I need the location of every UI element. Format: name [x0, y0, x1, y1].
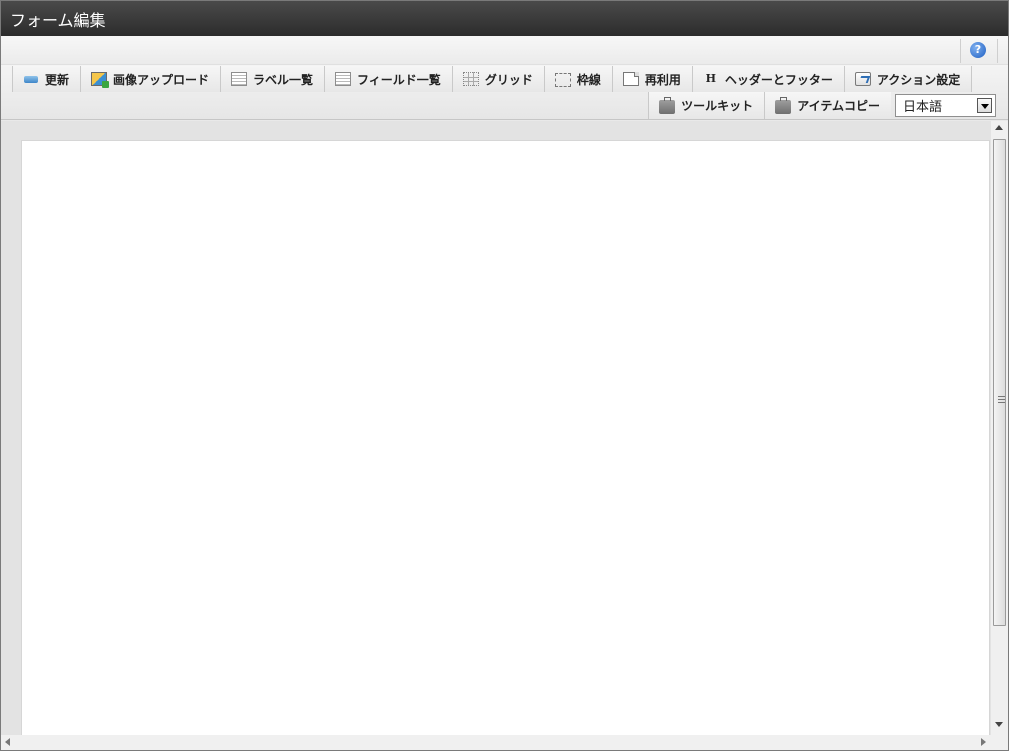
help-bar: ?	[1, 36, 1008, 65]
grid-icon	[462, 72, 479, 86]
refresh-icon	[23, 72, 39, 86]
action-settings-label: アクション設定	[876, 72, 961, 87]
refresh-button[interactable]: 更新	[12, 66, 81, 92]
field-list-icon	[335, 72, 352, 86]
image-upload-icon	[91, 72, 110, 88]
title-bar: フォーム編集	[1, 1, 1008, 36]
vertical-scrollbar[interactable]	[991, 121, 1008, 735]
help-icon[interactable]: ?	[970, 42, 986, 58]
grip-icon	[998, 396, 1005, 403]
toolkit-label: ツールキット	[681, 99, 754, 113]
header-footer-icon: H	[705, 72, 717, 85]
action-settings-button[interactable]: アクション設定	[843, 66, 973, 92]
chevron-down-icon[interactable]	[977, 98, 992, 113]
border-icon	[554, 73, 571, 87]
image-upload-label: 画像アップロード	[113, 72, 210, 87]
help-separator	[960, 39, 961, 63]
toolbar-row-1: 更新 画像アップロード ラベル一覧 フィールド一覧 グリッド 枠線 再利用 H …	[12, 66, 973, 92]
scroll-right-icon[interactable]	[981, 738, 986, 746]
scrollbar-corner	[991, 735, 1008, 750]
scroll-left-icon[interactable]	[5, 738, 10, 746]
field-list-button[interactable]: フィールド一覧	[324, 66, 452, 92]
action-settings-icon	[854, 72, 871, 86]
border-label: 枠線	[576, 72, 601, 87]
scroll-up-icon[interactable]	[995, 125, 1003, 130]
workspace	[1, 121, 1008, 750]
form-editor-window: フォーム編集 ? 更新 画像アップロード ラベル一覧 フィールド一覧 グリッド …	[0, 0, 1009, 751]
reuse-button[interactable]: 再利用	[611, 66, 692, 92]
form-canvas[interactable]	[21, 140, 990, 736]
toolbar-row-2: ツールキット アイテムコピー 日本語	[648, 92, 996, 119]
language-select-value: 日本語	[903, 100, 943, 115]
window-title: フォーム編集	[10, 11, 106, 30]
reuse-label: 再利用	[644, 72, 681, 87]
image-upload-button[interactable]: 画像アップロード	[80, 66, 221, 92]
toolkit-button[interactable]: ツールキット	[648, 92, 765, 119]
horizontal-scrollbar[interactable]	[1, 735, 991, 750]
vertical-scroll-thumb[interactable]	[993, 139, 1006, 626]
label-list-label: ラベル一覧	[253, 72, 314, 87]
item-copy-label: アイテムコピー	[797, 99, 880, 113]
header-footer-button[interactable]: H ヘッダーとフッター	[691, 66, 844, 92]
item-copy-button[interactable]: アイテムコピー	[764, 92, 891, 119]
scroll-down-icon[interactable]	[995, 722, 1003, 727]
label-list-button[interactable]: ラベル一覧	[220, 66, 325, 92]
grid-button[interactable]: グリッド	[451, 66, 544, 92]
language-select[interactable]: 日本語	[895, 94, 996, 117]
header-footer-label: ヘッダーとフッター	[724, 72, 833, 87]
refresh-label: 更新	[45, 72, 70, 87]
help-separator	[997, 39, 998, 63]
label-list-icon	[231, 72, 248, 86]
item-copy-icon	[775, 97, 792, 114]
toolkit-icon	[659, 97, 676, 114]
field-list-label: フィールド一覧	[357, 72, 441, 87]
border-button[interactable]: 枠線	[543, 66, 612, 92]
grid-label: グリッド	[484, 72, 533, 87]
reuse-icon	[622, 72, 639, 86]
toolbar: 更新 画像アップロード ラベル一覧 フィールド一覧 グリッド 枠線 再利用 H …	[1, 65, 1008, 120]
